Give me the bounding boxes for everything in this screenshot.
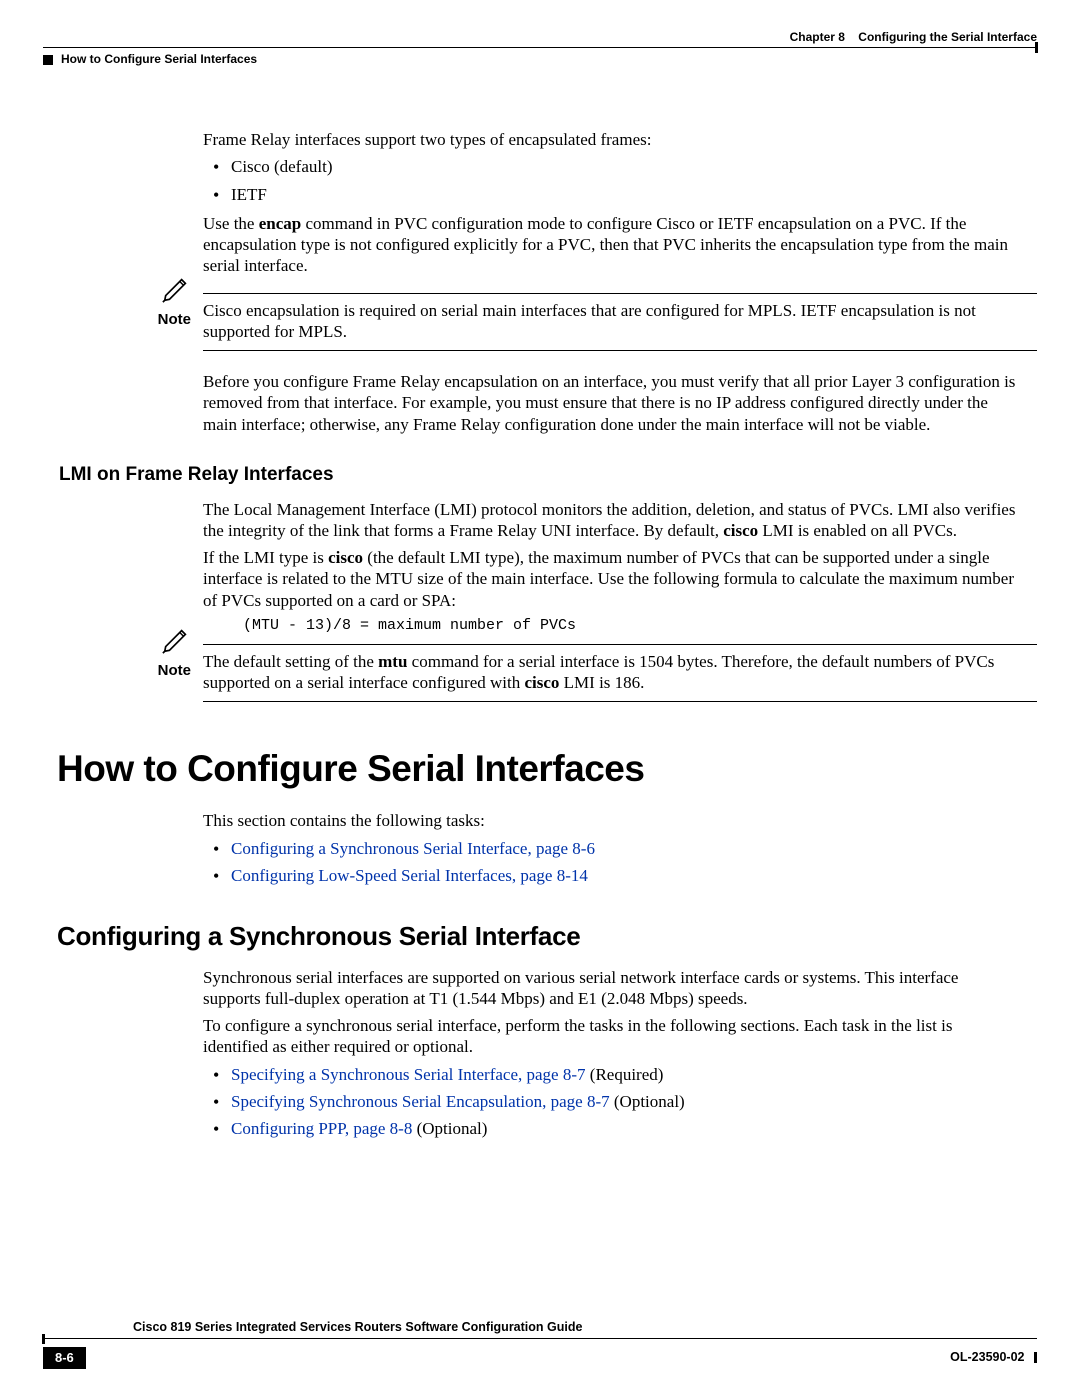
howto-intro: This section contains the following task… — [203, 810, 1017, 831]
intro-p2: Use the encap command in PVC configurati… — [203, 213, 1017, 277]
breadcrumb: How to Configure Serial Interfaces — [43, 52, 1037, 67]
intro-p1: Frame Relay interfaces support two types… — [203, 129, 1017, 150]
encap-cmd: encap — [259, 214, 302, 233]
howto-heading: How to Configure Serial Interfaces — [43, 746, 1037, 792]
header-rule — [43, 47, 1037, 48]
page-number: 8-6 — [43, 1347, 86, 1369]
note2-text: The default setting of the mtu command f… — [203, 651, 1037, 694]
sync-task-list: Specifying a Synchronous Serial Interfac… — [203, 1064, 1017, 1140]
link-spec-encap[interactable]: Specifying Synchronous Serial Encapsulat… — [231, 1092, 610, 1111]
page-header: Chapter 8 Configuring the Serial Interfa… — [43, 30, 1037, 45]
lmi-p2: If the LMI type is cisco (the default LM… — [203, 547, 1017, 611]
square-bullet-icon — [43, 55, 53, 65]
encap-type-list: Cisco (default) IETF — [203, 156, 1017, 205]
list-item: Specifying Synchronous Serial Encapsulat… — [231, 1091, 1017, 1112]
link-sync-serial[interactable]: Configuring a Synchronous Serial Interfa… — [231, 839, 595, 858]
link-spec-interface[interactable]: Specifying a Synchronous Serial Interfac… — [231, 1065, 586, 1084]
list-item: Cisco (default) — [231, 156, 1017, 177]
sync-body: Synchronous serial interfaces are suppor… — [43, 967, 1037, 1140]
lmi-body: The Local Management Interface (LMI) pro… — [43, 499, 1037, 636]
link-low-speed[interactable]: Configuring Low-Speed Serial Interfaces,… — [231, 866, 588, 885]
chapter-title: Configuring the Serial Interface — [858, 30, 1037, 44]
para-after-note1: Before you configure Frame Relay encapsu… — [203, 371, 1017, 435]
note-block: Note Cisco encapsulation is required on … — [43, 293, 1037, 352]
doc-id: OL-23590-02 — [950, 1350, 1024, 1364]
list-item: Configuring Low-Speed Serial Interfaces,… — [231, 865, 1017, 886]
sync-heading: Configuring a Synchronous Serial Interfa… — [43, 920, 1037, 953]
chapter-label: Chapter 8 — [790, 30, 845, 44]
sync-p1: Synchronous serial interfaces are suppor… — [203, 967, 1017, 1010]
howto-link-list: Configuring a Synchronous Serial Interfa… — [203, 838, 1017, 887]
note-label: Note — [158, 662, 191, 681]
lmi-heading: LMI on Frame Relay Interfaces — [43, 463, 1037, 487]
pencil-icon — [161, 625, 191, 660]
lmi-p1: The Local Management Interface (LMI) pro… — [203, 499, 1017, 542]
list-item: Configuring a Synchronous Serial Interfa… — [231, 838, 1017, 859]
note-text: Cisco encapsulation is required on seria… — [203, 301, 976, 341]
sync-p2: To configure a synchronous serial interf… — [203, 1015, 1017, 1058]
tick-icon — [1034, 1352, 1037, 1363]
formula: (MTU - 13)/8 = maximum number of PVCs — [243, 617, 1017, 636]
breadcrumb-text: How to Configure Serial Interfaces — [61, 52, 257, 66]
howto-body: This section contains the following task… — [43, 810, 1037, 886]
pencil-icon — [161, 274, 191, 309]
note-label: Note — [158, 311, 191, 330]
note-block: Note The default setting of the mtu comm… — [43, 644, 1037, 703]
para-after-note1-wrap: Before you configure Frame Relay encapsu… — [43, 371, 1037, 435]
page-footer: Cisco 819 Series Integrated Services Rou… — [43, 1320, 1037, 1369]
list-item: IETF — [231, 184, 1017, 205]
body-content: Frame Relay interfaces support two types… — [43, 129, 1037, 277]
list-item: Specifying a Synchronous Serial Interfac… — [231, 1064, 1017, 1085]
guide-title: Cisco 819 Series Integrated Services Rou… — [43, 1320, 1037, 1336]
link-config-ppp[interactable]: Configuring PPP, page 8-8 — [231, 1119, 412, 1138]
list-item: Configuring PPP, page 8-8 (Optional) — [231, 1118, 1017, 1139]
